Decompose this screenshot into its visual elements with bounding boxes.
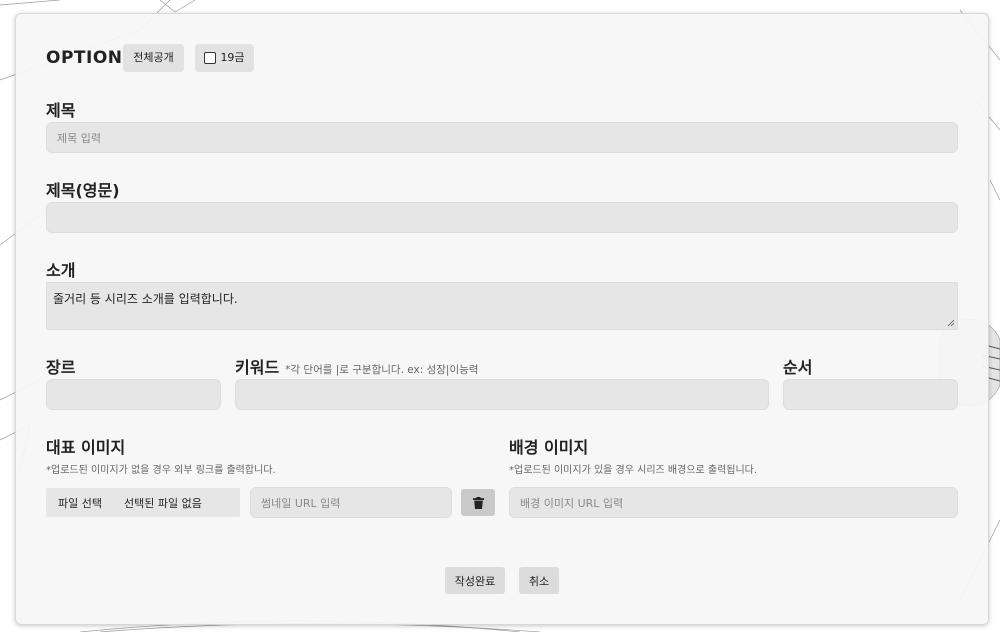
file-status-text: 선택된 파일 없음 [123,496,202,510]
thumbnail-url-input[interactable]: 썸네일 URL 입력 [250,487,452,518]
adult-checkbox-wrapper[interactable]: 19금 [195,44,254,72]
file-input[interactable]: 파일 선택 선택된 파일 없음 [46,488,240,517]
order-label: 순서 [783,358,813,377]
resize-handle-icon[interactable] [947,319,955,327]
adult-checkbox[interactable] [204,52,217,64]
delete-image-button[interactable] [461,489,495,516]
file-select-button[interactable]: 파일 선택 [58,495,102,511]
bg-image-label: 배경 이미지 [509,438,589,457]
intro-text: 줄거리 등 시리즈 소개를 입력합니다. [53,292,238,306]
public-toggle-button[interactable]: 전체공개 [123,44,184,72]
keyword-hint: *각 단어를 |로 구분합니다. ex: 성장|이능력 [285,364,479,376]
trash-icon [472,496,484,509]
intro-label: 소개 [46,261,76,280]
bg-image-url-input[interactable]: 배경 이미지 URL 입력 [509,487,958,518]
keyword-input[interactable] [235,379,769,410]
title-label: 제목 [46,101,76,120]
bg-image-hint: *업로드된 이미지가 있을 경우 시리즈 배경으로 출력됩니다. [509,465,758,476]
title-en-label: 제목(영문) [46,181,120,200]
order-input[interactable] [783,379,958,410]
keyword-label: 키워드 [235,358,280,377]
genre-label: 장르 [46,358,76,377]
cancel-button[interactable]: 취소 [519,567,559,594]
adult-checkbox-label: 19금 [220,51,245,64]
keyword-label-row: 키워드 *각 단어를 |로 구분합니다. ex: 성장|이능력 [235,354,478,378]
main-image-label: 대표 이미지 [46,438,126,457]
series-form-card: OPTION 전체공개 19금 제목 제목 입력 제목(영문) 소개 줄거리 등… [15,13,989,625]
option-title: OPTION [46,48,123,68]
submit-button[interactable]: 작성완료 [445,567,505,594]
title-en-input[interactable] [46,202,958,233]
main-image-hint: *업로드된 이미지가 없을 경우 외부 링크를 출력합니다. [46,465,276,476]
genre-input[interactable] [46,379,221,410]
title-input[interactable]: 제목 입력 [46,122,958,153]
intro-textarea[interactable]: 줄거리 등 시리즈 소개를 입력합니다. [46,282,958,330]
